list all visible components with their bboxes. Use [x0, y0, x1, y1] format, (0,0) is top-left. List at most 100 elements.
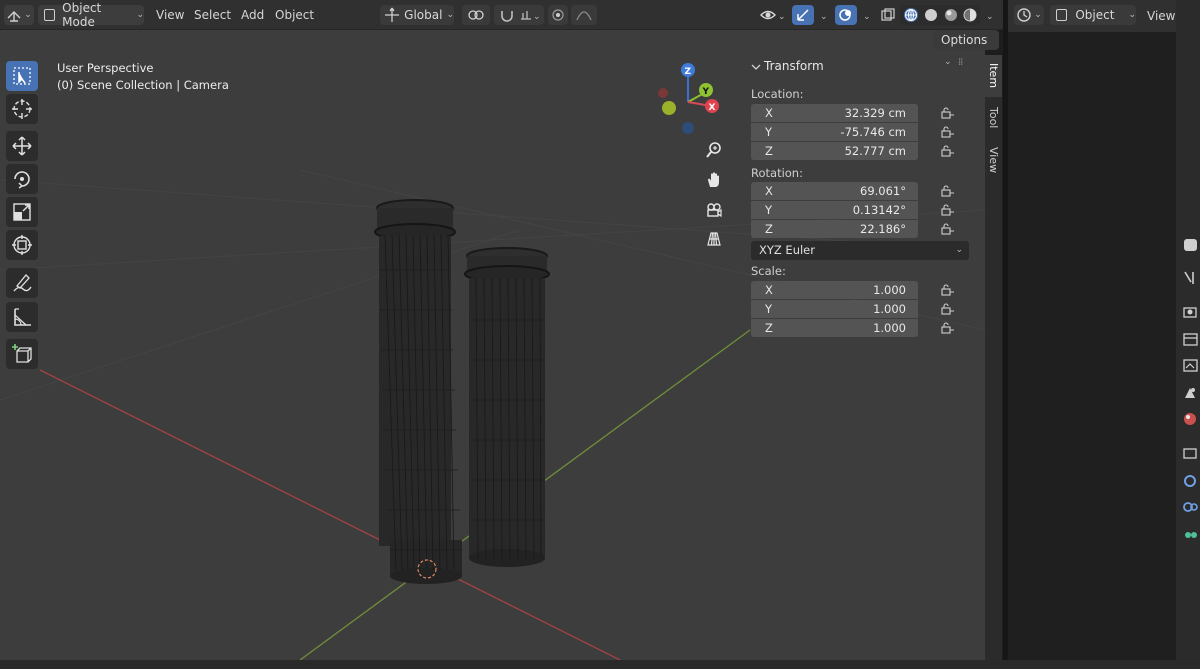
chevron-down-icon[interactable]: ⌄	[818, 5, 828, 25]
rendered-shading-icon[interactable]	[963, 8, 977, 22]
tool-cursor[interactable]	[6, 94, 38, 124]
drag-handle-icon[interactable]: ⁞⁞	[958, 57, 963, 68]
mode-selector[interactable]: Object Mode ⌄	[38, 1, 144, 29]
tool-rotate[interactable]	[6, 164, 38, 194]
tool-settings-icon[interactable]	[1181, 236, 1199, 254]
scene-icon[interactable]	[1181, 384, 1199, 402]
right-menu-view[interactable]: View	[1147, 6, 1175, 26]
xray-toggle-button[interactable]	[878, 5, 898, 25]
collection-label: (0) Scene Collection | Camera	[57, 78, 229, 92]
rotation-label: Rotation:	[751, 166, 803, 180]
lock-icon[interactable]	[941, 107, 955, 119]
menu-view[interactable]: View	[156, 5, 184, 25]
zoom-icon	[706, 142, 721, 158]
chevron-down-icon: ⌄	[1034, 10, 1042, 20]
scale-x-field[interactable]: X 1.000	[751, 281, 918, 299]
proportional-edit-button[interactable]	[548, 5, 568, 25]
wrench-icon[interactable]	[1181, 268, 1199, 286]
tool-add-cube[interactable]	[6, 339, 38, 369]
menu-add[interactable]: Add	[241, 5, 264, 25]
render-icon[interactable]	[1181, 302, 1199, 320]
gizmo-toggle-button[interactable]	[792, 5, 814, 25]
tab-view[interactable]: View	[985, 141, 1002, 179]
world-icon[interactable]	[1181, 410, 1199, 428]
scale-y-field[interactable]: Y 1.000	[751, 300, 918, 318]
pivot-point-button[interactable]	[462, 5, 490, 25]
overlay-toggle-button[interactable]	[835, 5, 857, 25]
right-mode-selector[interactable]: Object ⌄	[1050, 5, 1136, 25]
tool-annotate[interactable]	[6, 268, 38, 298]
constraints-icon[interactable]	[1181, 526, 1199, 544]
transform-orientation-icon	[385, 7, 399, 22]
camera-view-button[interactable]	[700, 196, 728, 224]
lock-icon[interactable]	[941, 185, 955, 197]
tool-measure[interactable]	[6, 302, 38, 332]
visibility-button[interactable]: ⌄	[757, 5, 787, 25]
move-icon	[12, 136, 32, 156]
wireframe-shading-icon[interactable]	[903, 7, 919, 23]
lock-icon[interactable]	[941, 322, 955, 334]
lock-icon[interactable]	[941, 284, 955, 296]
tool-select-box[interactable]	[6, 61, 38, 91]
measure-icon	[14, 308, 31, 326]
chevron-down-icon[interactable]: ⌄	[861, 5, 871, 25]
gizmo-y-label: Y	[702, 87, 710, 97]
options-label: Options	[941, 33, 988, 47]
location-y-field[interactable]: Y -75.746 cm	[751, 123, 918, 141]
snapping-button[interactable]: ⌄	[494, 5, 544, 25]
orientation-selector[interactable]: Global ⌄	[380, 5, 454, 25]
falloff-curve-icon	[576, 11, 592, 21]
sidebar-tabs: Item Tool View	[985, 55, 1002, 660]
grid-ortho-icon	[707, 232, 721, 246]
right-mode-label: Object	[1075, 8, 1115, 22]
scale-icon	[13, 203, 31, 221]
view-layer-icon[interactable]	[1181, 356, 1199, 374]
menu-select[interactable]: Select	[194, 5, 231, 25]
viewport-info: User Perspective (0) Scene Collection | …	[57, 60, 229, 94]
material-shading-icon[interactable]	[944, 8, 958, 22]
tool-scale[interactable]	[6, 197, 38, 227]
right-editor-type-button[interactable]: ⌄	[1014, 5, 1044, 25]
rotation-mode-select[interactable]: XYZ Euler ⌄	[751, 241, 969, 260]
falloff-button[interactable]	[571, 5, 597, 25]
lock-icon[interactable]	[941, 204, 955, 216]
location-x-field[interactable]: X 32.329 cm	[751, 104, 918, 122]
tool-move[interactable]	[6, 131, 38, 161]
lock-icon[interactable]	[941, 223, 955, 235]
tool-transform[interactable]	[6, 230, 38, 260]
collapse-chevron-icon[interactable]	[751, 62, 761, 72]
options-dropdown[interactable]: Options ⌄	[933, 30, 999, 67]
lock-icon[interactable]	[941, 126, 955, 138]
lock-icon[interactable]	[941, 145, 955, 157]
rotation-x-field[interactable]: X 69.061°	[751, 182, 918, 200]
orientation-label: Global	[404, 8, 443, 22]
scale-z-field[interactable]: Z 1.000	[751, 319, 918, 337]
editor-type-button[interactable]: ⌄	[4, 5, 34, 25]
tab-tool[interactable]: Tool	[985, 99, 1002, 137]
solid-shading-icon[interactable]	[924, 8, 938, 22]
tab-item[interactable]: Item	[985, 55, 1002, 97]
svg-text:⌄: ⌄	[533, 12, 539, 22]
location-z-field[interactable]: Z 52.777 cm	[751, 142, 918, 160]
mode-label: Object Mode	[62, 1, 102, 29]
rotation-z-field[interactable]: Z 22.186°	[751, 220, 918, 238]
zoom-button[interactable]	[700, 136, 728, 164]
physics-icon[interactable]	[1181, 498, 1199, 516]
collection-icon[interactable]	[1181, 444, 1199, 462]
clock-icon	[1017, 8, 1031, 22]
object-mode-icon	[1056, 9, 1068, 21]
object-properties-icon[interactable]	[1181, 472, 1199, 490]
ortho-toggle-button[interactable]	[700, 225, 728, 253]
chevron-down-icon[interactable]: ⌄	[984, 5, 994, 25]
eye-icon: ⌄	[760, 10, 785, 22]
menu-object[interactable]: Object	[275, 5, 314, 25]
add-cube-icon	[12, 344, 32, 363]
output-icon[interactable]	[1181, 330, 1199, 348]
right-editor: ⌄ Object ⌄ View	[1008, 0, 1176, 660]
annotate-icon	[13, 274, 32, 292]
lock-icon[interactable]	[941, 303, 955, 315]
rotation-y-field[interactable]: Y 0.13142°	[751, 201, 918, 219]
xray-icon	[881, 8, 895, 21]
pan-button[interactable]	[700, 166, 728, 194]
panel-title: Transform	[764, 59, 824, 73]
